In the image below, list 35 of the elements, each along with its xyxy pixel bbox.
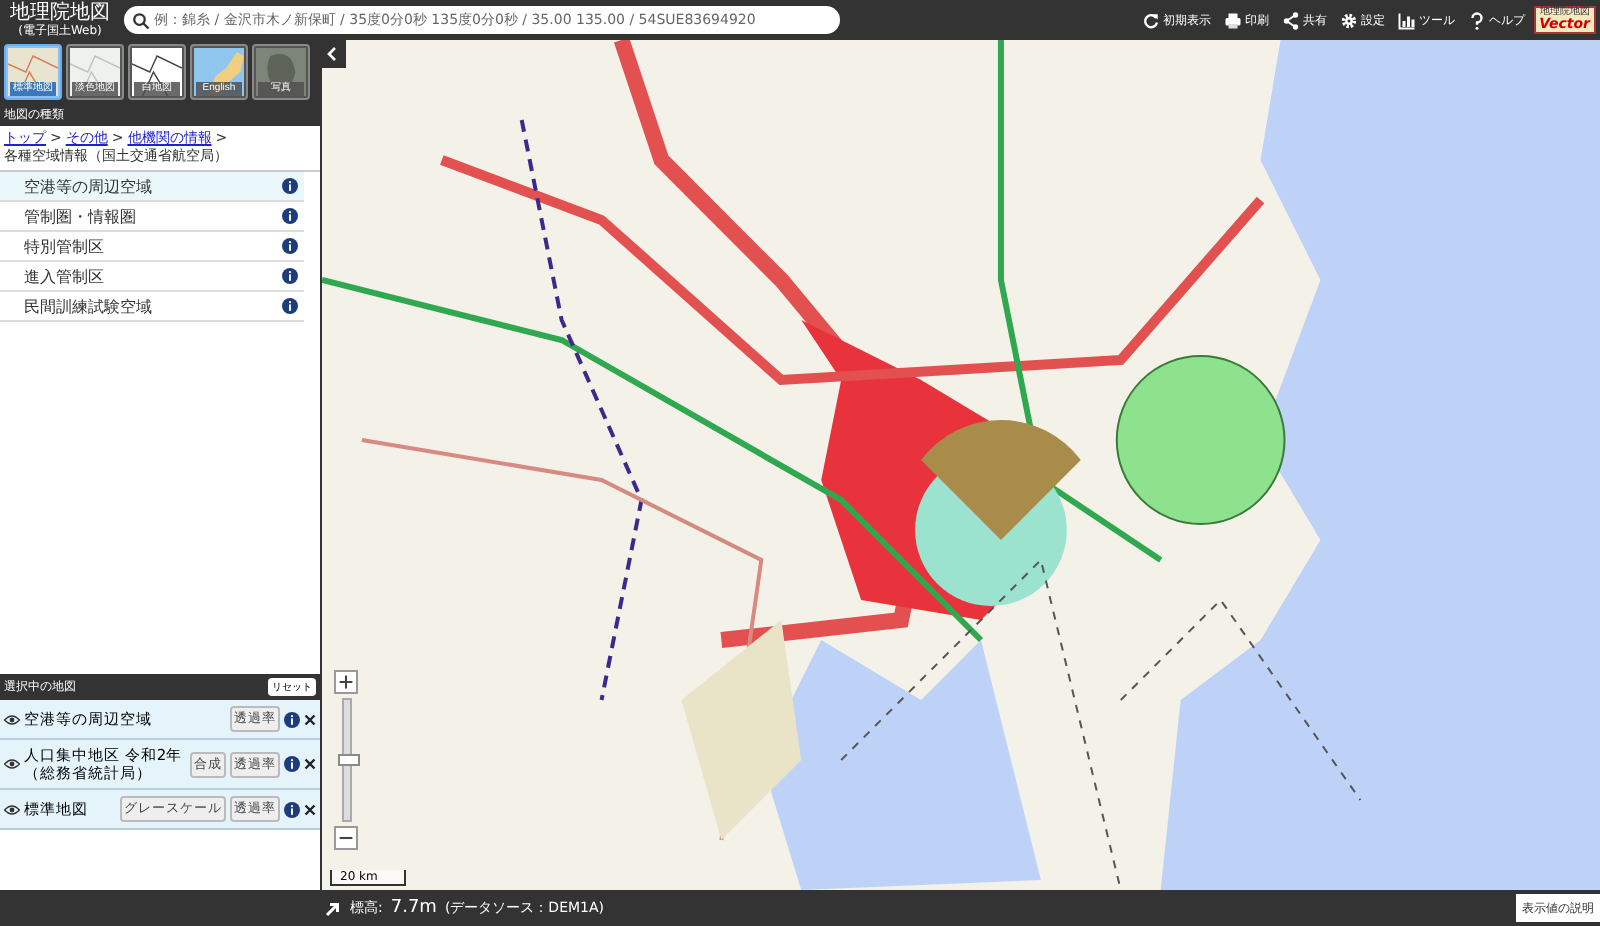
printer-icon (1223, 11, 1242, 29)
info-icon[interactable] (284, 756, 300, 772)
info-icon[interactable] (284, 711, 300, 727)
collapse-button[interactable] (322, 40, 346, 68)
chevron-left-icon (326, 46, 338, 62)
info-icon[interactable] (284, 801, 300, 817)
site-title[interactable]: 地理院地図 (10, 2, 110, 24)
refresh-icon (1141, 11, 1160, 29)
info-icon[interactable] (282, 238, 298, 255)
info-icon[interactable] (282, 178, 298, 195)
close-icon[interactable] (304, 803, 316, 815)
close-icon[interactable] (304, 758, 316, 770)
chart-icon (1397, 11, 1416, 29)
eye-icon[interactable] (4, 758, 20, 770)
zoom-in-button[interactable] (334, 670, 358, 694)
search-icon (132, 11, 150, 29)
settings-icon (1339, 11, 1358, 29)
map-type-item[interactable]: 進入管制区 (0, 262, 304, 293)
map-type-item[interactable]: 民間訓練試験空域 (0, 292, 304, 323)
eye-icon[interactable] (4, 713, 20, 725)
zoom-out-button[interactable] (334, 826, 358, 850)
map-type-item[interactable]: 管制圏・情報圏 (0, 202, 304, 233)
share-icon (1281, 11, 1300, 29)
eye-icon[interactable] (4, 803, 20, 815)
info-icon[interactable] (282, 208, 298, 225)
arrow-icon[interactable] (324, 899, 342, 917)
elevation-value: 7.7m (390, 898, 437, 918)
plus-icon (338, 674, 354, 690)
zoom-slider-thumb[interactable] (337, 754, 359, 766)
close-icon[interactable] (304, 713, 316, 725)
info-icon[interactable] (282, 268, 298, 285)
info-icon[interactable] (282, 298, 298, 315)
map-type-item[interactable]: 空港等の周辺空域 (0, 172, 304, 203)
help-icon (1467, 11, 1486, 29)
map-type-item[interactable]: 特別管制区 (0, 232, 304, 263)
